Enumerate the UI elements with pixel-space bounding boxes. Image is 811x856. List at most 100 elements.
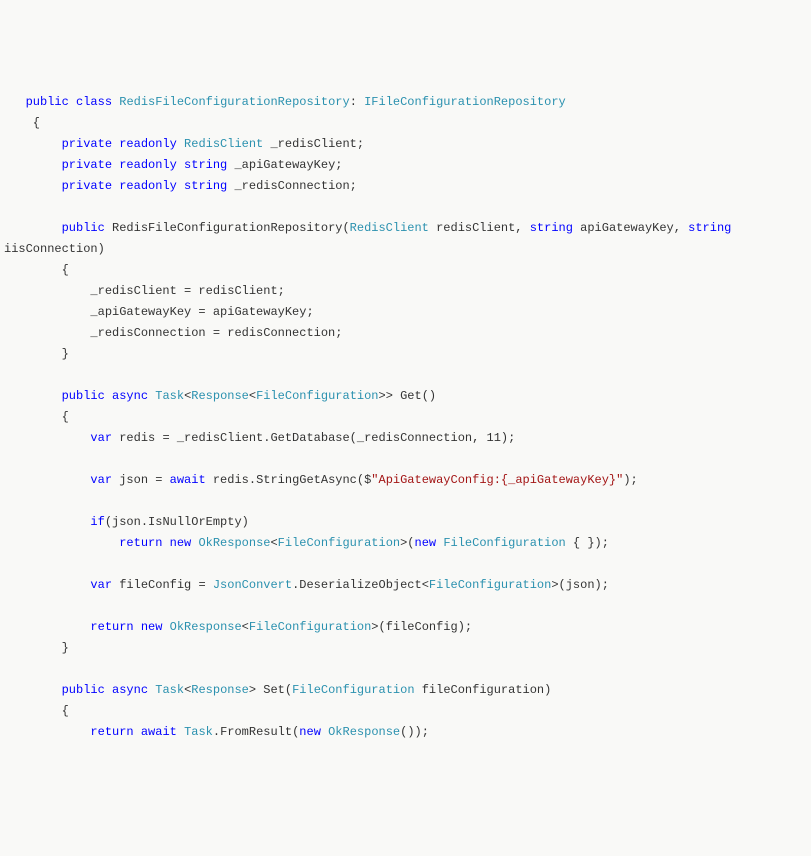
code-token: Task — [155, 389, 184, 403]
code-token: _redisClient = redisClient; — [4, 284, 285, 298]
code-token: string — [184, 158, 227, 172]
code-token — [4, 95, 26, 109]
code-line — [4, 491, 807, 512]
code-token: if — [90, 515, 104, 529]
code-line — [4, 596, 807, 617]
code-token: FileConfiguration — [292, 683, 414, 697]
code-token: _redisConnection; — [227, 179, 357, 193]
code-token: fileConfig = — [112, 578, 213, 592]
code-token — [148, 683, 155, 697]
code-token — [105, 389, 112, 403]
code-token — [4, 536, 119, 550]
code-token: new — [170, 536, 192, 550]
code-token — [177, 137, 184, 151]
code-token: _apiGatewayKey = apiGatewayKey; — [4, 305, 314, 319]
code-token: } — [4, 641, 69, 655]
code-token: FileConfiguration — [278, 536, 400, 550]
code-token — [4, 725, 90, 739]
code-token — [731, 221, 738, 235]
code-token: return — [90, 725, 133, 739]
code-line: private readonly string _redisConnection… — [4, 176, 807, 197]
code-token: iisConnection) — [4, 242, 105, 256]
code-token: redis = _redisClient.GetDatabase(_redisC… — [112, 431, 515, 445]
code-line: var fileConfig = JsonConvert.Deserialize… — [4, 575, 807, 596]
code-token: FileConfiguration — [249, 620, 371, 634]
code-token — [162, 620, 169, 634]
code-token — [69, 95, 76, 109]
code-token: readonly — [119, 158, 177, 172]
code-token: string — [688, 221, 731, 235]
code-line: private readonly RedisClient _redisClien… — [4, 134, 807, 155]
code-line: public async Task<Response> Set(FileConf… — [4, 680, 807, 701]
code-line: var json = await redis.StringGetAsync($"… — [4, 470, 807, 491]
code-token: : — [350, 95, 364, 109]
code-line: { — [4, 407, 807, 428]
code-token — [134, 620, 141, 634]
code-token — [4, 137, 62, 151]
code-token — [134, 725, 141, 739]
code-token: .DeserializeObject< — [292, 578, 429, 592]
code-line: if(json.IsNullOrEmpty) — [4, 512, 807, 533]
code-token: >( — [400, 536, 414, 550]
code-token — [4, 158, 62, 172]
code-token: > Set( — [249, 683, 292, 697]
code-token: string — [530, 221, 573, 235]
code-token — [321, 725, 328, 739]
code-token: readonly — [119, 179, 177, 193]
code-token: ()); — [400, 725, 429, 739]
code-token: { }); — [566, 536, 609, 550]
code-token: _redisConnection = redisConnection; — [4, 326, 342, 340]
code-token — [105, 683, 112, 697]
code-token: JsonConvert — [213, 578, 292, 592]
code-line: } — [4, 638, 807, 659]
code-line: private readonly string _apiGatewayKey; — [4, 155, 807, 176]
code-line: return new OkResponse<FileConfiguration>… — [4, 617, 807, 638]
code-token: >(fileConfig); — [371, 620, 472, 634]
code-token: new — [415, 536, 437, 550]
code-token: new — [299, 725, 321, 739]
code-line — [4, 197, 807, 218]
code-line: return await Task.FromResult(new OkRespo… — [4, 722, 807, 743]
code-token: var — [90, 473, 112, 487]
code-token: FileConfiguration — [429, 578, 551, 592]
code-line: iisConnection) — [4, 239, 807, 260]
code-token — [177, 179, 184, 193]
code-token: json = — [112, 473, 170, 487]
code-token: return — [90, 620, 133, 634]
code-token: RedisFileConfigurationRepository — [119, 95, 349, 109]
code-token: < — [242, 620, 249, 634]
code-token: Task — [184, 725, 213, 739]
code-token: async — [112, 683, 148, 697]
code-token — [4, 683, 62, 697]
code-line: var redis = _redisClient.GetDatabase(_re… — [4, 428, 807, 449]
code-token: public — [62, 221, 105, 235]
code-token — [4, 578, 90, 592]
code-line: _apiGatewayKey = apiGatewayKey; — [4, 302, 807, 323]
code-token: await — [170, 473, 206, 487]
code-token: IFileConfigurationRepository — [364, 95, 566, 109]
code-line: { — [4, 260, 807, 281]
code-token: OkResponse — [328, 725, 400, 739]
code-block: public class RedisFileConfigurationRepos… — [4, 92, 807, 743]
code-token — [4, 431, 90, 445]
code-token: >> Get() — [379, 389, 437, 403]
code-token — [177, 158, 184, 172]
code-token: await — [141, 725, 177, 739]
code-token: < — [270, 536, 277, 550]
code-line — [4, 554, 807, 575]
code-token — [4, 620, 90, 634]
code-token — [4, 389, 62, 403]
code-token: "ApiGatewayConfig:{_apiGatewayKey}" — [371, 473, 623, 487]
code-token: readonly — [119, 137, 177, 151]
code-token: RedisClient — [184, 137, 263, 151]
code-line: { — [4, 113, 807, 134]
code-line: _redisClient = redisClient; — [4, 281, 807, 302]
code-line: public async Task<Response<FileConfigura… — [4, 386, 807, 407]
code-token: { — [4, 410, 69, 424]
code-token: var — [90, 431, 112, 445]
code-line — [4, 449, 807, 470]
code-token: >(json); — [551, 578, 609, 592]
code-token — [4, 221, 62, 235]
code-token: (json.IsNullOrEmpty) — [105, 515, 249, 529]
code-token: ); — [623, 473, 637, 487]
